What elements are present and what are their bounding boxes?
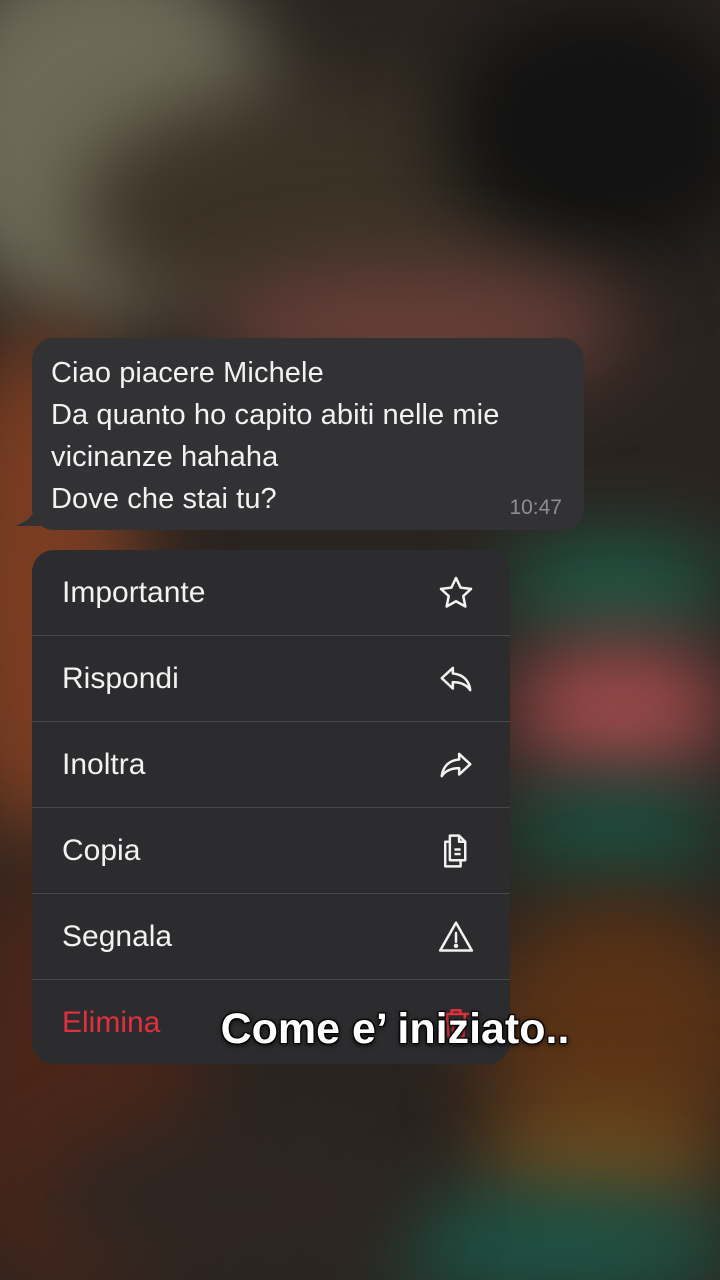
video-caption: Come e’ iniziato.. xyxy=(220,1005,570,1053)
menu-item-copia[interactable]: Copia xyxy=(32,808,510,894)
context-menu: Importante Rispondi Inoltra Copia Segnal… xyxy=(32,550,510,1064)
menu-item-label: Rispondi xyxy=(62,661,179,695)
forward-icon xyxy=(436,745,476,785)
menu-item-label: Inoltra xyxy=(62,747,146,781)
reply-icon xyxy=(436,659,476,699)
message-line: vicinanze hahaha xyxy=(51,441,279,473)
menu-item-label: Segnala xyxy=(62,919,173,953)
menu-item-label: Copia xyxy=(62,833,141,867)
message-line: Dove che stai tu? xyxy=(51,483,277,515)
message-line: Da quanto ho capito abiti nelle mie xyxy=(51,399,500,431)
message-bubble[interactable]: Ciao piacere Michele Da quanto ho capito… xyxy=(16,338,584,530)
menu-item-rispondi[interactable]: Rispondi xyxy=(32,636,510,722)
message-line: Ciao piacere Michele xyxy=(51,357,324,389)
menu-item-importante[interactable]: Importante xyxy=(32,550,510,636)
menu-item-label: Importante xyxy=(62,575,206,609)
warning-icon xyxy=(436,917,476,957)
menu-item-segnala[interactable]: Segnala xyxy=(32,894,510,980)
message-timestamp: 10:47 xyxy=(509,496,562,519)
copy-icon xyxy=(436,831,476,871)
menu-item-inoltra[interactable]: Inoltra xyxy=(32,722,510,808)
star-icon xyxy=(436,573,476,613)
